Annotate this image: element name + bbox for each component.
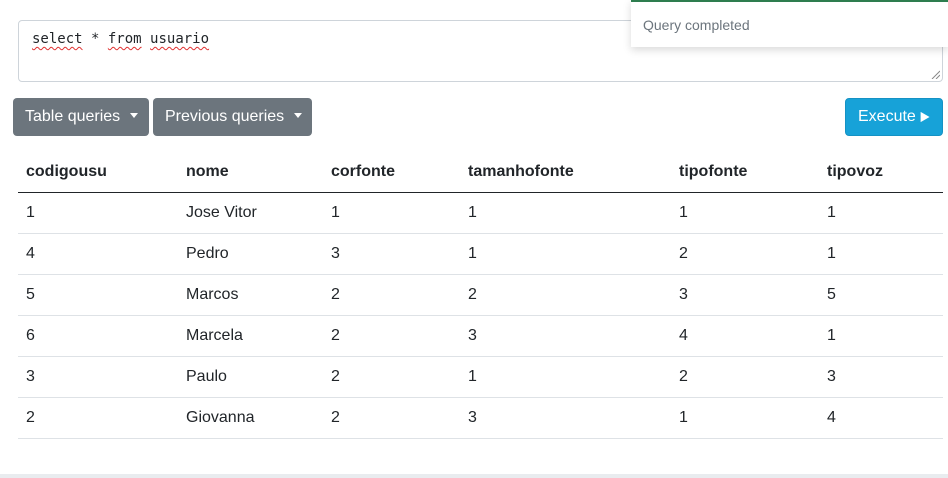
table-cell-codigousu: 4 [18,233,178,275]
table-cell-tipovoz: 5 [819,274,943,316]
table-cell-nome: Pedro [178,233,323,275]
column-header-codigousu: codigousu [18,152,178,193]
table-cell-nome: Marcela [178,315,323,357]
table-row: 1 Jose Vitor 1 1 1 1 [18,192,943,234]
header-row: codigousu nome corfonte tamanhofonte tipofon… [18,152,943,193]
table-cell-codigousu: 3 [18,356,178,398]
results-table-body: 1 Jose Vitor 1 1 1 1 4 Pedro 3 1 2 1 5 Marcos 2 2 3 5 6 Mar… [18,192,943,439]
table-cell-corfonte: 2 [323,356,460,398]
sql-token: select [32,31,83,47]
table-cell-tipofonte: 1 [671,192,819,234]
table-cell-nome: Marcos [178,274,323,316]
column-header-tipovoz: tipovoz [819,152,943,193]
table-cell-tipofonte: 4 [671,315,819,357]
sql-token: usuario [150,31,210,47]
column-header-corfonte: corfonte [323,152,460,193]
table-queries-dropdown[interactable]: Table queries [13,98,149,136]
table-cell-tipovoz: 1 [819,233,943,275]
table-row: 4 Pedro 3 1 2 1 [18,233,943,275]
query-page: select * from usuario Table queries Prev… [0,0,948,478]
table-cell-tipovoz: 4 [819,397,943,439]
execute-button[interactable]: Execute [845,98,943,136]
table-row: 2 Giovanna 2 3 1 4 [18,397,943,439]
query-completed-toast: Query completed [631,0,948,47]
table-cell-corfonte: 2 [323,274,460,316]
table-cell-tipofonte: 3 [671,274,819,316]
table-cell-tamanhofonte: 1 [460,192,671,234]
table-cell-tipovoz: 1 [819,315,943,357]
table-row: 3 Paulo 2 1 2 3 [18,356,943,398]
table-cell-tamanhofonte: 3 [460,397,671,439]
previous-queries-label: Previous queries [165,108,285,125]
table-cell-codigousu: 6 [18,315,178,357]
execute-label: Execute [858,108,916,125]
column-header-tipofonte: tipofonte [671,152,819,193]
table-cell-tipovoz: 1 [819,192,943,234]
table-cell-corfonte: 3 [323,233,460,275]
table-cell-tamanhofonte: 1 [460,233,671,275]
results-table-header: codigousu nome corfonte tamanhofonte tipofon… [18,152,943,193]
resize-handle-icon[interactable] [931,70,940,79]
table-row: 5 Marcos 2 2 3 5 [18,274,943,316]
table-cell-tamanhofonte: 2 [460,274,671,316]
sql-token: * [82,31,108,47]
table-cell-tipofonte: 2 [671,356,819,398]
table-cell-codigousu: 1 [18,192,178,234]
table-cell-tipofonte: 1 [671,397,819,439]
toast-message: Query completed [643,17,750,33]
caret-down-icon [130,112,139,118]
table-cell-corfonte: 2 [323,397,460,439]
table-cell-corfonte: 2 [323,315,460,357]
caret-down-icon [294,112,303,118]
table-cell-tamanhofonte: 1 [460,356,671,398]
results-table: codigousu nome corfonte tamanhofonte tipofon… [18,152,943,439]
sql-query-text: select * from usuario [32,31,209,47]
table-cell-tipovoz: 3 [819,356,943,398]
table-cell-nome: Jose Vitor [178,192,323,234]
table-row: 6 Marcela 2 3 4 1 [18,315,943,357]
page-footer-divider [0,474,948,478]
table-cell-codigousu: 5 [18,274,178,316]
table-cell-tipofonte: 2 [671,233,819,275]
play-icon [920,111,930,123]
previous-queries-dropdown[interactable]: Previous queries [153,98,312,136]
sql-token: from [107,31,142,47]
table-queries-label: Table queries [25,108,121,125]
column-header-tamanhofonte: tamanhofonte [460,152,671,193]
table-cell-codigousu: 2 [18,397,178,439]
column-header-nome: nome [178,152,323,193]
table-cell-tamanhofonte: 3 [460,315,671,357]
table-cell-corfonte: 1 [323,192,460,234]
table-cell-nome: Paulo [178,356,323,398]
table-cell-nome: Giovanna [178,397,323,439]
